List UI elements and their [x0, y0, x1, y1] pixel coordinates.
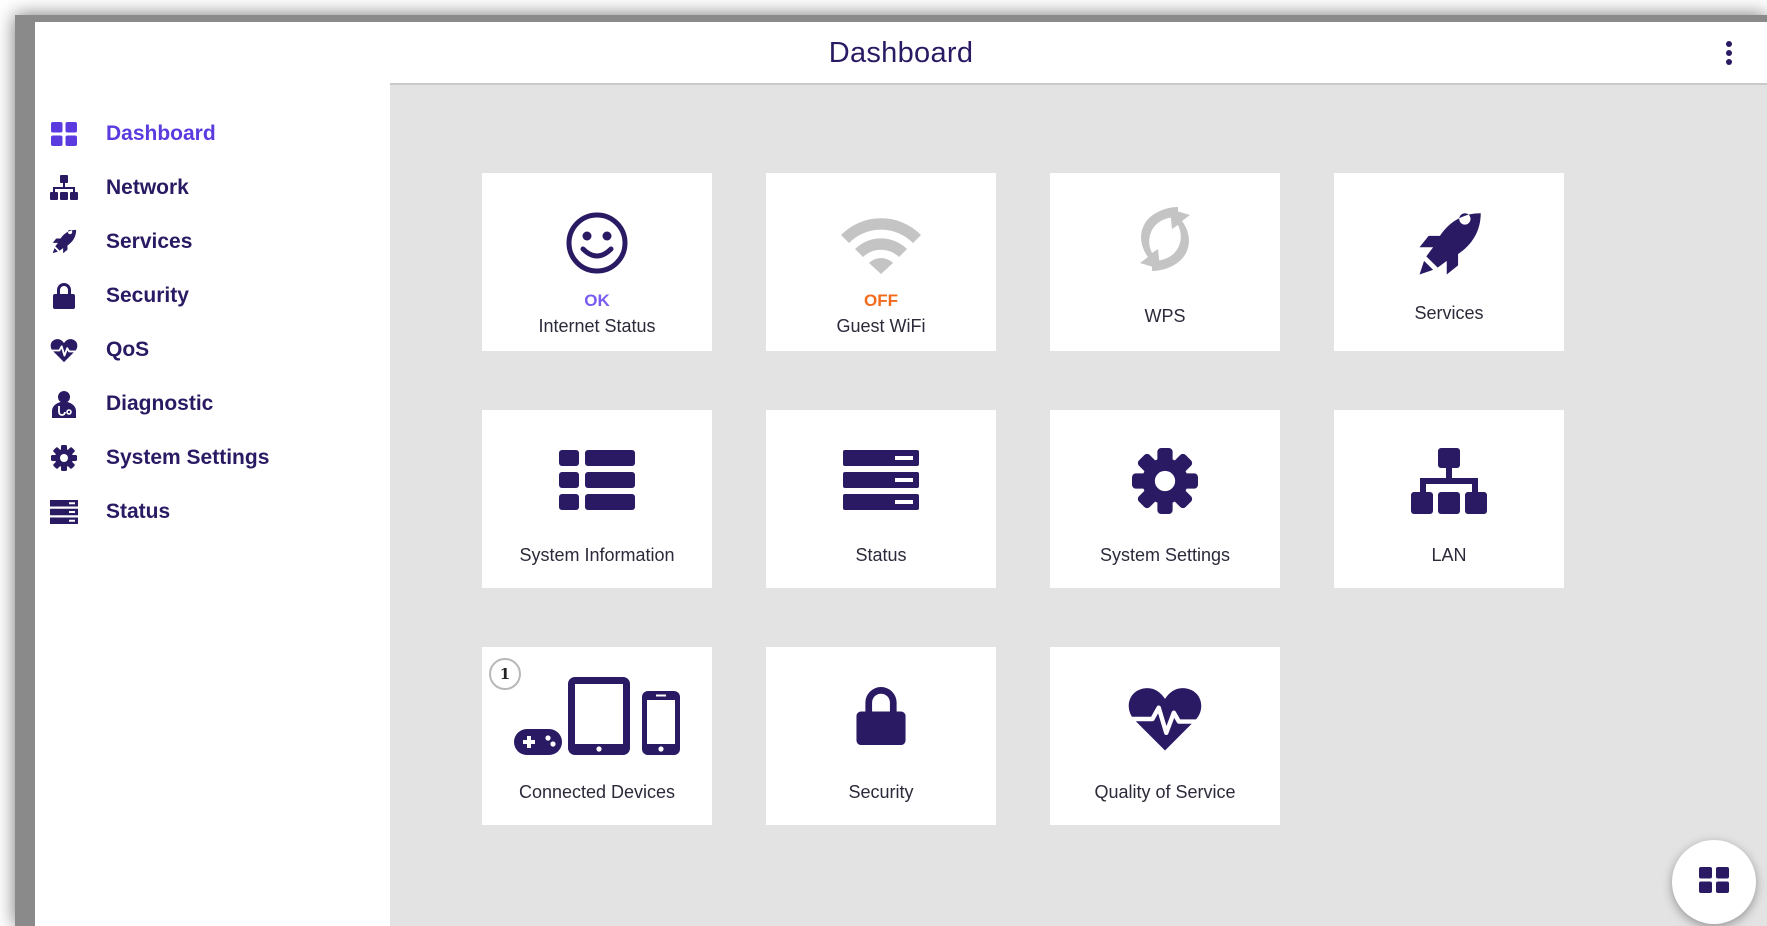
tile-label: Quality of Service: [1094, 782, 1236, 802]
heart-pulse-icon: [50, 336, 78, 364]
tile-security[interactable]: Security: [766, 647, 996, 825]
more-vert-icon[interactable]: [1721, 36, 1737, 70]
sidebar-item-qos[interactable]: QoS: [35, 324, 390, 376]
lock-icon: [766, 687, 996, 745]
page-title: Dashboard: [828, 36, 974, 69]
top-bar: Dashboard: [35, 22, 1767, 84]
sidebar-item-label: Services: [106, 230, 193, 253]
sidebar-item-label: Network: [106, 176, 189, 199]
tile-system-information[interactable]: System Information: [482, 410, 712, 588]
tile-label: LAN: [1431, 545, 1467, 565]
wps-icon: [1050, 205, 1280, 273]
tile-internet-status[interactable]: OK Internet Status: [482, 173, 712, 351]
sidebar-item-label: QoS: [106, 338, 150, 361]
dashboard-icon: [1699, 866, 1729, 898]
tile-label: Status: [855, 545, 907, 565]
list-icon: [482, 450, 712, 510]
server-icon: [766, 450, 996, 510]
tile-label: System Settings: [1099, 545, 1231, 565]
sidebar-item-dashboard[interactable]: Dashboard: [35, 108, 390, 160]
network-icon: [1334, 448, 1564, 514]
sidebar-item-label: System Settings: [106, 446, 270, 469]
tile-connected-devices[interactable]: 1 Connected Devices: [482, 647, 712, 825]
tile-lan[interactable]: LAN: [1334, 410, 1564, 588]
server-icon: [50, 498, 78, 526]
sidebar-item-services[interactable]: Services: [35, 216, 390, 268]
tile-system-settings[interactable]: System Settings: [1050, 410, 1280, 588]
sidebar-item-security[interactable]: Security: [35, 270, 390, 322]
heart-pulse-icon: [1050, 685, 1280, 753]
rocket-icon: [50, 228, 78, 256]
gear-icon: [1050, 448, 1280, 514]
sidebar-item-system-settings[interactable]: System Settings: [35, 432, 390, 484]
tile-services[interactable]: Services: [1334, 173, 1564, 351]
tile-label: WPS: [1144, 306, 1186, 326]
sidebar-item-label: Diagnostic: [106, 392, 214, 415]
doctor-icon: [50, 390, 78, 418]
tile-wps[interactable]: WPS: [1050, 173, 1280, 351]
devices-icon: [482, 677, 712, 755]
wifi-icon: [766, 215, 996, 275]
sidebar-item-label: Security: [106, 284, 189, 307]
sidebar-item-network[interactable]: Network: [35, 162, 390, 214]
tile-label: System Information: [519, 545, 675, 565]
tile-label: Security: [848, 782, 914, 802]
sidebar-item-diagnostic[interactable]: Diagnostic: [35, 378, 390, 430]
tile-label: Connected Devices: [518, 782, 676, 802]
tile-label: Services: [1414, 303, 1484, 323]
rocket-icon: [1334, 211, 1564, 279]
tile-label: Internet Status: [538, 316, 656, 336]
tile-label: Guest WiFi: [836, 316, 926, 336]
tile-quality-of-service[interactable]: Quality of Service: [1050, 647, 1280, 825]
dashboard-grid: OK Internet Status OFF Guest WiFi WPS Se…: [390, 85, 1767, 926]
sidebar-item-label: Status: [106, 500, 171, 523]
sidebar: Dashboard Network Services Security QoS …: [35, 84, 390, 926]
smiley-icon: [482, 211, 712, 275]
sidebar-item-status[interactable]: Status: [35, 486, 390, 538]
internet-status-value: OK: [584, 291, 610, 310]
guest-wifi-status-value: OFF: [864, 291, 898, 310]
dashboard-fab-button[interactable]: [1672, 840, 1756, 924]
app-window: Dashboard Dashboard Network Services Sec…: [35, 22, 1767, 926]
network-icon: [50, 174, 78, 202]
lock-icon: [50, 282, 78, 310]
dashboard-icon: [50, 120, 78, 148]
gear-icon: [50, 444, 78, 472]
sidebar-item-label: Dashboard: [106, 122, 216, 145]
tile-status[interactable]: Status: [766, 410, 996, 588]
tile-guest-wifi[interactable]: OFF Guest WiFi: [766, 173, 996, 351]
